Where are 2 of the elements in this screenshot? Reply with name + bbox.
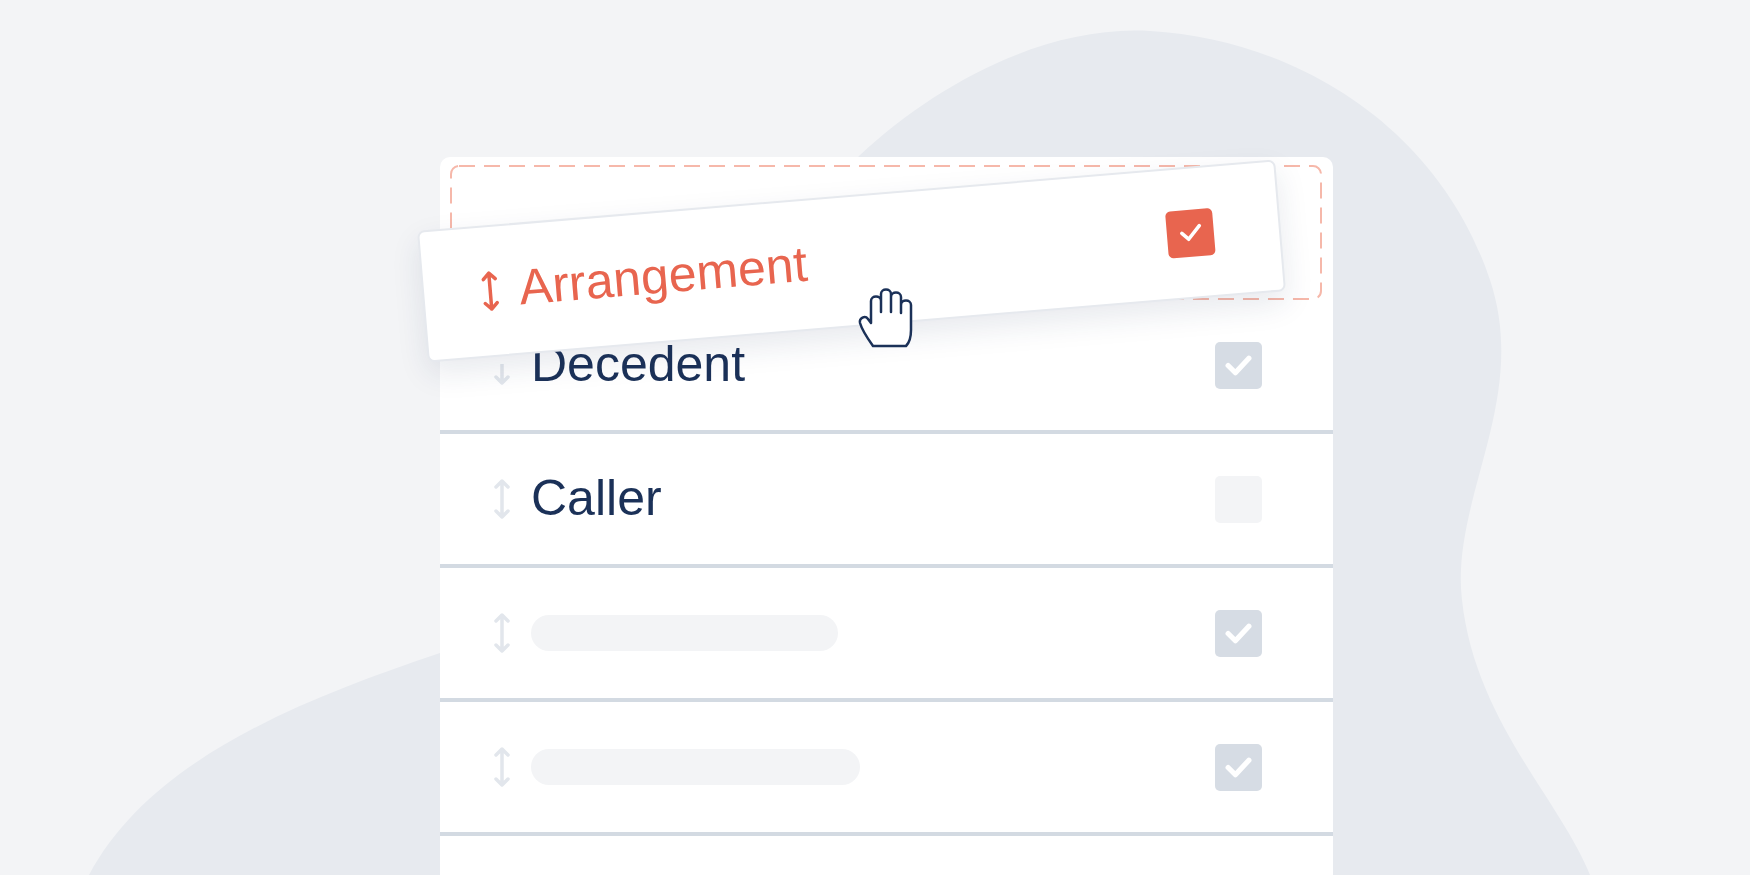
row-label: Caller — [531, 470, 662, 528]
dragged-label: Arrangement — [516, 236, 810, 318]
